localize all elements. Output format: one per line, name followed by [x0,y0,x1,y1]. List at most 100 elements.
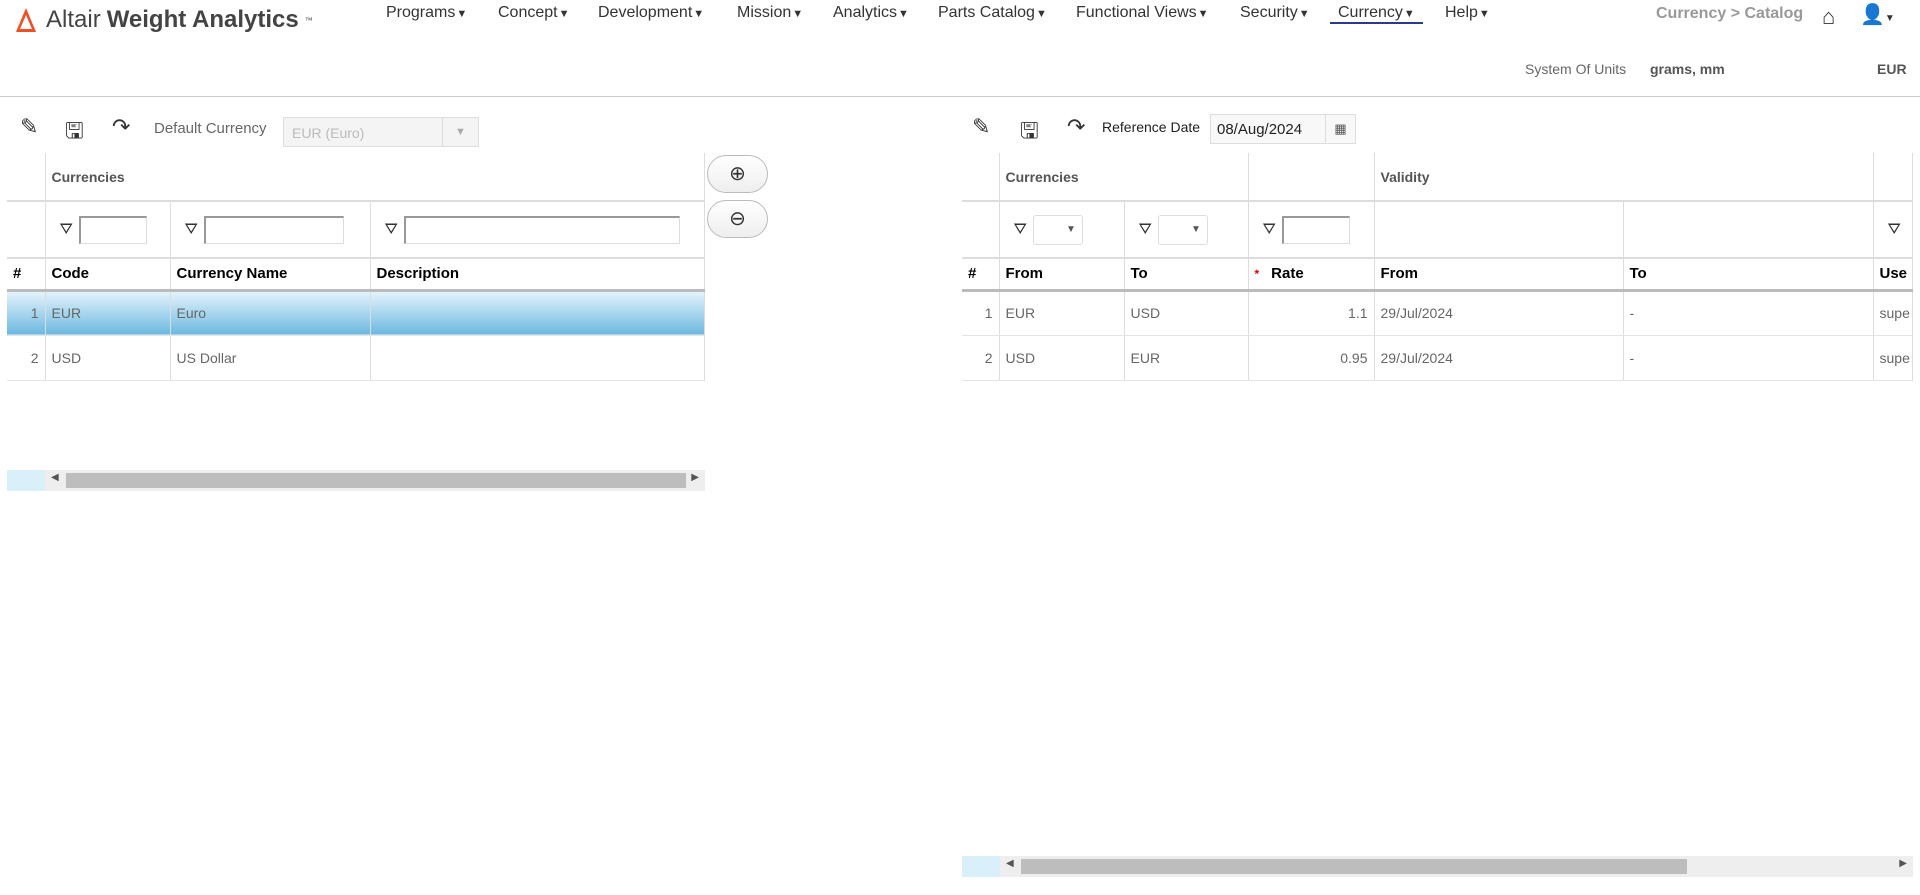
table-row[interactable]: 1 EUR Euro [7,290,705,336]
save-icon[interactable]: 🖫 [1020,114,1039,152]
cell-from[interactable]: USD [999,335,1125,381]
default-currency-value: EUR (Euro) [292,125,365,141]
rate-label: Rate [1271,265,1304,283]
cell-name[interactable]: US Dollar [170,335,371,381]
reference-date-value: 08/Aug/2024 [1217,121,1303,138]
col-header-currency-name[interactable]: Currency Name [170,258,371,292]
group-header-validity: Validity [1374,153,1874,202]
default-currency-select[interactable]: EUR (Euro) ▼ [283,117,479,147]
breadcrumb[interactable]: Currency > Catalog [1656,5,1803,23]
default-currency-label: Default Currency [154,120,267,137]
add-row-button[interactable]: ⊕ [707,155,768,193]
col-header-from-currency[interactable]: From [999,258,1125,292]
table-row[interactable]: 2 USD EUR 0.95 29/Jul/2024 - supe [962,335,1913,381]
cell-code[interactable]: USD [45,335,171,381]
filter-icon[interactable]: ⛛ [1014,221,1027,238]
col-header-valid-from[interactable]: From [1374,258,1624,292]
redo-icon[interactable]: ↷ [1067,114,1085,140]
system-of-units-label: System Of Units [1525,61,1627,77]
scrollbar-thumb[interactable] [66,473,686,488]
scrollbar-thumb[interactable] [1021,859,1687,874]
currency-indicator[interactable]: EUR [1877,61,1907,77]
nav-mission[interactable]: Mission▼ [737,4,803,22]
horizontal-scrollbar[interactable]: ◀ ▶ [962,856,1913,877]
calendar-icon[interactable]: ▦ [1325,115,1355,143]
cell-rate[interactable]: 1.1 [1248,290,1375,336]
filter-to-dropdown[interactable] [1157,214,1208,245]
cell-index: 1 [962,290,1000,336]
table-row[interactable]: 1 EUR USD 1.1 29/Jul/2024 - supe [962,290,1913,336]
nav-help[interactable]: Help▼ [1445,4,1490,22]
altair-logo-icon [16,8,36,32]
filter-icon[interactable]: ⛛ [385,221,398,238]
edit-icon[interactable]: ✎ [20,114,38,140]
nav-analytics[interactable]: Analytics▼ [833,4,909,22]
filter-icon[interactable]: ⛛ [1888,221,1901,238]
nav-programs[interactable]: Programs▼ [386,4,467,22]
cell-user[interactable]: supe [1873,335,1913,381]
save-icon[interactable]: 🖫 [65,114,84,152]
trademark: ™ [304,15,313,25]
col-header-user[interactable]: Use [1873,258,1913,292]
filter-icon[interactable]: ⛛ [60,221,73,238]
scroll-right-icon[interactable]: ▶ [691,472,699,483]
table-row[interactable]: 2 USD US Dollar [7,335,705,381]
cell-to[interactable]: EUR [1124,335,1249,381]
cell-index: 1 [7,290,46,336]
app-logo[interactable]: Altair Weight Analytics ™ [12,6,313,34]
scroll-left-icon[interactable]: ◀ [51,472,59,483]
cell-index: 2 [962,335,1000,381]
filter-name-input[interactable] [203,215,344,244]
brand-prefix: Altair [46,6,101,33]
cell-index: 2 [7,335,46,381]
cell-description[interactable] [370,290,705,336]
filter-from-dropdown[interactable] [1032,214,1083,245]
filter-rate-input[interactable] [1281,215,1350,244]
system-of-units-value[interactable]: grams, mm [1650,61,1725,77]
col-header-index: # [7,258,46,292]
filter-icon[interactable]: ⛛ [185,221,198,238]
nav-concept[interactable]: Concept▼ [498,4,569,22]
cell-to[interactable]: USD [1124,290,1249,336]
scroll-left-icon[interactable]: ◀ [1006,858,1014,869]
col-header-index: # [962,258,1000,292]
col-header-code[interactable]: Code [45,258,171,292]
home-icon[interactable]: ⌂ [1822,4,1835,30]
remove-row-button[interactable]: ⊖ [707,200,768,238]
filter-description-input[interactable] [403,215,680,244]
col-header-valid-to[interactable]: To [1623,258,1874,292]
cell-description[interactable] [370,335,705,381]
cell-user[interactable]: supe [1873,290,1913,336]
filter-icon[interactable]: ⛛ [1139,221,1152,238]
reference-date-label: Reference Date [1102,119,1201,135]
scroll-right-icon[interactable]: ▶ [1899,858,1907,869]
header-divider [0,96,1920,97]
filter-icon[interactable]: ⛛ [1263,221,1276,238]
nav-parts-catalog[interactable]: Parts Catalog▼ [938,4,1047,22]
nav-development[interactable]: Development▼ [598,4,704,22]
filter-code-input[interactable] [78,215,147,244]
cell-rate[interactable]: 0.95 [1248,335,1375,381]
cell-from[interactable]: EUR [999,290,1125,336]
cell-name[interactable]: Euro [170,290,371,336]
edit-icon[interactable]: ✎ [972,114,990,140]
cell-valid-from[interactable]: 29/Jul/2024 [1374,335,1624,381]
col-header-description[interactable]: Description [370,258,705,292]
currencies-table: Currencies ⛛ ⛛ ⛛ # Code Currency Name De… [7,153,705,381]
reference-date-input[interactable]: 08/Aug/2024 ▦ [1210,114,1356,144]
cell-valid-from[interactable]: 29/Jul/2024 [1374,290,1624,336]
brand-name: Weight Analytics [106,6,299,33]
group-header-currencies: Currencies [45,153,705,202]
cell-valid-to[interactable]: - [1623,290,1874,336]
horizontal-scrollbar[interactable]: ◀ ▶ [7,470,705,491]
nav-functional-views[interactable]: Functional Views▼ [1076,4,1209,22]
user-menu-icon[interactable]: 👤▼ [1860,2,1895,27]
cell-valid-to[interactable]: - [1623,335,1874,381]
exchange-rates-table: Currencies Validity ⛛ ⛛ ⛛ ⛛ # From To * R… [962,153,1913,381]
nav-security[interactable]: Security▼ [1240,4,1310,22]
col-header-to-currency[interactable]: To [1124,258,1249,292]
cell-code[interactable]: EUR [45,290,171,336]
redo-icon[interactable]: ↷ [112,114,130,140]
col-header-rate[interactable]: * Rate [1248,258,1375,292]
nav-currency[interactable]: Currency▼ [1330,4,1423,24]
